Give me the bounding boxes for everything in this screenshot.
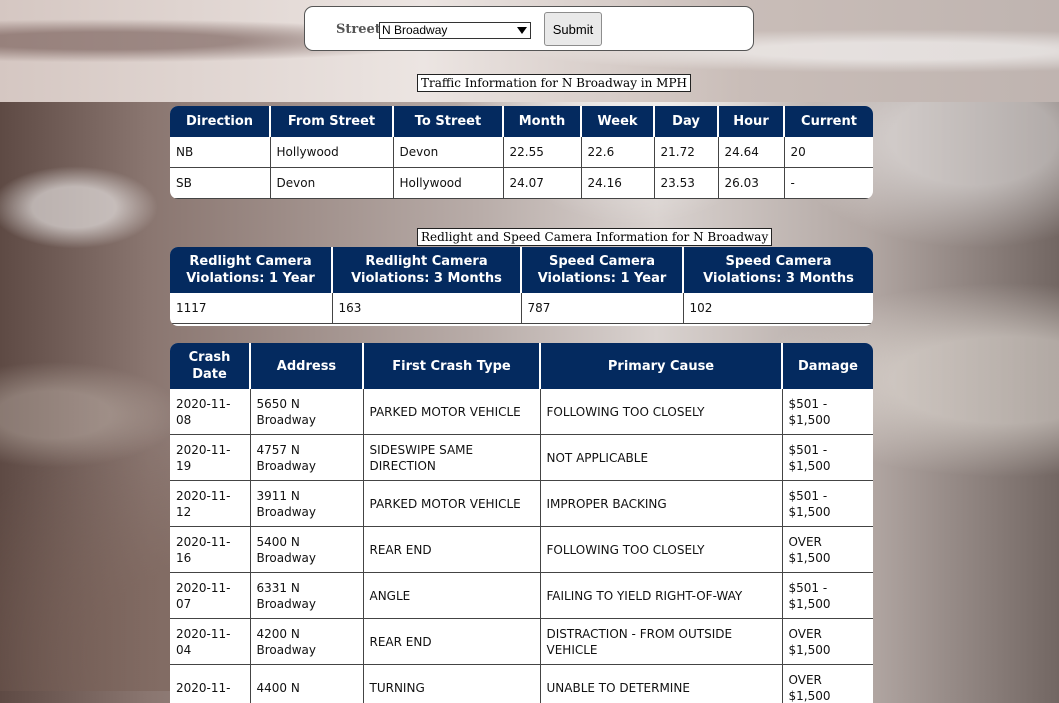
table-cell: OVER $1,500 [782,665,873,703]
table-cell: 26.03 [718,168,784,199]
table-row: 2020-11-08 5650 N Broadway PARKED MOTOR … [170,389,873,435]
col-day: Day [654,106,718,137]
table-cell: 102 [683,293,873,324]
table-cell: 2020-11-19 [170,435,250,481]
table-row: 1117 163 787 102 [170,293,873,324]
crash-table: Crash Date Address First Crash Type Prim… [170,343,873,703]
table-cell: $501 - $1,500 [782,481,873,527]
table-cell: 5400 N Broadway [250,527,363,573]
table-cell: FOLLOWING TOO CLOSELY [540,527,782,573]
table-cell: 6331 N Broadway [250,573,363,619]
table-cell: TURNING [363,665,540,703]
col-week: Week [581,106,654,137]
camera-caption: Redlight and Speed Camera Information fo… [417,228,772,246]
table-cell: ANGLE [363,573,540,619]
table-cell: 2020-11- [170,665,250,703]
table-cell: PARKED MOTOR VEHICLE [363,481,540,527]
street-search-form: Street: N Broadway Submit [304,6,754,51]
table-row: 2020-11-04 4200 N Broadway REAR END DIST… [170,619,873,665]
table-cell: 21.72 [654,137,718,168]
col-first-crash-type: First Crash Type [363,343,540,389]
traffic-table: Direction From Street To Street Month We… [170,106,873,199]
col-primary-cause: Primary Cause [540,343,782,389]
crash-table-card: Crash Date Address First Crash Type Prim… [170,343,873,703]
table-row: 2020-11-07 6331 N Broadway ANGLE FAILING… [170,573,873,619]
col-crash-date: Crash Date [170,343,250,389]
col-redlight-3-months: Redlight Camera Violations: 3 Months [332,247,521,293]
table-row: 2020-11-19 4757 N Broadway SIDESWIPE SAM… [170,435,873,481]
table-cell: Devon [270,168,393,199]
traffic-header-row: Direction From Street To Street Month We… [170,106,873,137]
table-cell: 22.55 [503,137,581,168]
table-row: SB Devon Hollywood 24.07 24.16 23.53 26.… [170,168,873,199]
table-cell: - [784,168,873,199]
table-cell: 2020-11-04 [170,619,250,665]
table-cell: DISTRACTION - FROM OUTSIDE VEHICLE [540,619,782,665]
col-month: Month [503,106,581,137]
table-cell: 4400 N [250,665,363,703]
table-cell: 4757 N Broadway [250,435,363,481]
table-cell: 24.07 [503,168,581,199]
table-cell: Devon [393,137,503,168]
street-select-value: N Broadway [382,23,447,37]
table-cell: 5650 N Broadway [250,389,363,435]
table-cell: Hollywood [393,168,503,199]
table-cell: 24.64 [718,137,784,168]
table-cell: NOT APPLICABLE [540,435,782,481]
table-cell: 2020-11-07 [170,573,250,619]
crash-header-row: Crash Date Address First Crash Type Prim… [170,343,873,389]
table-cell: 3911 N Broadway [250,481,363,527]
table-cell: UNABLE TO DETERMINE [540,665,782,703]
table-cell: 4200 N Broadway [250,619,363,665]
col-current: Current [784,106,873,137]
table-cell: 23.53 [654,168,718,199]
traffic-caption: Traffic Information for N Broadway in MP… [417,74,691,92]
table-cell: REAR END [363,527,540,573]
table-cell: 22.6 [581,137,654,168]
table-row: 2020-11- 4400 N TURNING UNABLE TO DETERM… [170,665,873,703]
table-cell: 787 [521,293,683,324]
table-cell: NB [170,137,270,168]
col-damage: Damage [782,343,873,389]
table-cell: Hollywood [270,137,393,168]
col-direction: Direction [170,106,270,137]
table-cell: 163 [332,293,521,324]
table-cell: PARKED MOTOR VEHICLE [363,389,540,435]
col-speed-1-year: Speed Camera Violations: 1 Year [521,247,683,293]
camera-table: Redlight Camera Violations: 1 Year Redli… [170,247,873,324]
col-address: Address [250,343,363,389]
table-cell: OVER $1,500 [782,527,873,573]
table-row: NB Hollywood Devon 22.55 22.6 21.72 24.6… [170,137,873,168]
camera-table-card: Redlight Camera Violations: 1 Year Redli… [170,247,873,326]
table-cell: 2020-11-16 [170,527,250,573]
col-from-street: From Street [270,106,393,137]
dropdown-arrow-icon [517,27,527,34]
col-to-street: To Street [393,106,503,137]
table-row: 2020-11-16 5400 N Broadway REAR END FOLL… [170,527,873,573]
table-cell: IMPROPER BACKING [540,481,782,527]
table-cell: SIDESWIPE SAME DIRECTION [363,435,540,481]
table-cell: 2020-11-12 [170,481,250,527]
table-cell: 2020-11-08 [170,389,250,435]
col-speed-3-months: Speed Camera Violations: 3 Months [683,247,873,293]
col-hour: Hour [718,106,784,137]
table-cell: 20 [784,137,873,168]
table-cell: OVER $1,500 [782,619,873,665]
table-cell: $501 - $1,500 [782,435,873,481]
table-row: 2020-11-12 3911 N Broadway PARKED MOTOR … [170,481,873,527]
submit-button[interactable]: Submit [544,12,602,46]
table-cell: 24.16 [581,168,654,199]
street-select[interactable]: N Broadway [379,22,531,39]
table-cell: $501 - $1,500 [782,389,873,435]
table-cell: SB [170,168,270,199]
col-redlight-1-year: Redlight Camera Violations: 1 Year [170,247,332,293]
table-cell: $501 - $1,500 [782,573,873,619]
table-cell: 1117 [170,293,332,324]
table-cell: FAILING TO YIELD RIGHT-OF-WAY [540,573,782,619]
table-cell: REAR END [363,619,540,665]
camera-header-row: Redlight Camera Violations: 1 Year Redli… [170,247,873,293]
table-cell: FOLLOWING TOO CLOSELY [540,389,782,435]
traffic-table-card: Direction From Street To Street Month We… [170,106,873,199]
